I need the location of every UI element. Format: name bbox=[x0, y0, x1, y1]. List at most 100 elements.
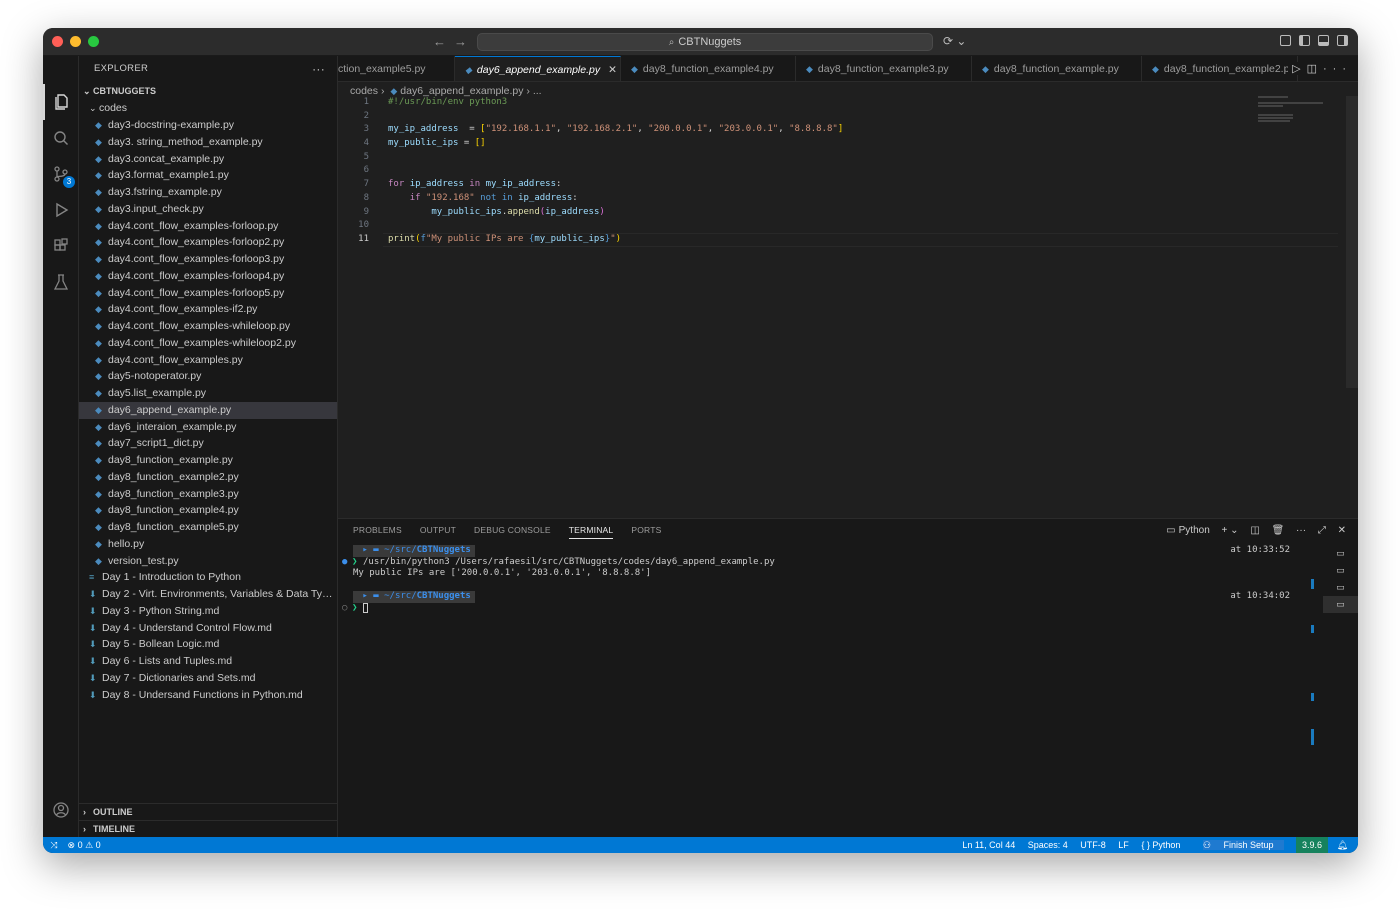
markdown-file-item[interactable]: ⬇ Day 3 - Python String.md bbox=[79, 603, 337, 620]
testing-icon[interactable] bbox=[43, 264, 79, 300]
markdown-file-item[interactable]: ⬇ Day 7 - Dictionaries and Sets.md bbox=[79, 670, 337, 687]
file-item[interactable]: ◆ hello.py bbox=[79, 536, 337, 553]
more-actions-icon[interactable]: ··· bbox=[1323, 63, 1352, 75]
kill-terminal-icon[interactable]: 🗑 bbox=[1272, 525, 1285, 536]
terminal-instance-icon[interactable]: ▭ bbox=[1323, 562, 1358, 579]
more-actions-icon[interactable]: ··· bbox=[312, 56, 325, 82]
editor-scrollbar[interactable] bbox=[1346, 96, 1358, 388]
split-terminal-icon[interactable]: ◫ bbox=[1250, 525, 1259, 536]
markdown-file-item[interactable]: ⬇ Day 8 - Undersand Functions in Python.m… bbox=[79, 687, 337, 704]
markdown-file-item[interactable]: ⬇ Day 5 - Bollean Logic.md bbox=[79, 636, 337, 653]
file-item[interactable]: ◆ day4.cont_flow_examples-whileloop.py bbox=[79, 318, 337, 335]
run-debug-icon[interactable] bbox=[43, 192, 79, 228]
panel-tab-debug-console[interactable]: DEBUG CONSOLE bbox=[474, 525, 551, 538]
markdown-file-item[interactable]: ⬇ Day 4 - Understand Control Flow.md bbox=[79, 620, 337, 637]
file-item[interactable]: ◆ day8_function_example4.py bbox=[79, 502, 337, 519]
file-item[interactable]: ◆ day4.cont_flow_examples-forloop3.py bbox=[79, 251, 337, 268]
editor-tab[interactable]: ction_example5.py bbox=[338, 56, 455, 81]
markdown-file-item[interactable]: ⬇ Day 6 - Lists and Tuples.md bbox=[79, 653, 337, 670]
file-item[interactable]: ◆ version_test.py bbox=[79, 553, 337, 570]
terminal-instance-icon[interactable]: ▭ bbox=[1323, 545, 1358, 562]
editor-tab[interactable]: ◆ day8_function_example3.py bbox=[796, 56, 972, 81]
search-icon[interactable] bbox=[43, 120, 79, 156]
file-item[interactable]: ◆ day3.fstring_example.py bbox=[79, 184, 337, 201]
workspace-root[interactable]: ⌄ CBTNUGGETS bbox=[79, 82, 337, 100]
file-item[interactable]: ◆ day3-docstring-example.py bbox=[79, 117, 337, 134]
outline-section[interactable]: › OUTLINE bbox=[79, 803, 337, 820]
new-terminal-icon[interactable]: + ⌄ bbox=[1222, 525, 1239, 536]
folder-codes[interactable]: ⌄ codes bbox=[79, 100, 337, 117]
toggle-panel-icon[interactable] bbox=[1318, 35, 1329, 46]
command-success-dot[interactable]: ● bbox=[342, 557, 347, 569]
editor-tab[interactable]: ◆ day6_append_example.py ✕ bbox=[455, 56, 621, 81]
terminal[interactable]: ▸ ▬ ~/src/CBTNuggets at 10:33:52 ● ❯ /usr/b… bbox=[338, 545, 1310, 614]
file-item[interactable]: ◆ day6_append_example.py bbox=[79, 401, 337, 419]
customize-layout-icon[interactable] bbox=[1280, 35, 1291, 46]
command-center-search[interactable]: ⌕ CBTNuggets bbox=[477, 33, 933, 51]
file-item[interactable]: ◆ day3.concat_example.py bbox=[79, 151, 337, 168]
toggle-secondary-sidebar-icon[interactable] bbox=[1337, 35, 1348, 46]
remote-icon[interactable]: ⤨ bbox=[43, 837, 65, 853]
explorer-icon[interactable] bbox=[43, 84, 79, 120]
file-item[interactable]: ◆ day3. string_method_example.py bbox=[79, 134, 337, 151]
file-item[interactable]: ◆ day4.cont_flow_examples-if2.py bbox=[79, 301, 337, 318]
editor-tab[interactable]: ◆ day8_function_example2.p bbox=[1142, 56, 1298, 81]
panel-tab-ports[interactable]: PORTS bbox=[631, 525, 661, 538]
panel-tab-terminal[interactable]: TERMINAL bbox=[568, 525, 614, 539]
back-arrow-icon[interactable]: ← bbox=[433, 34, 454, 49]
more-actions-icon[interactable]: ··· bbox=[1296, 525, 1306, 536]
python-version[interactable]: 3.9.6 bbox=[1296, 837, 1329, 853]
source-control-icon[interactable]: 3 bbox=[43, 156, 79, 192]
file-item[interactable]: ◆ day5-notoperator.py bbox=[79, 368, 337, 385]
notifications-bell-icon[interactable]: 🔔︎ bbox=[1337, 840, 1348, 850]
close-panel-icon[interactable]: ✕ bbox=[1338, 525, 1346, 536]
toggle-sidebar-icon[interactable] bbox=[1299, 35, 1310, 46]
file-item[interactable]: ◆ day8_function_example2.py bbox=[79, 469, 337, 486]
indentation[interactable]: Spaces: 4 bbox=[1028, 840, 1068, 850]
terminal-instance-icon[interactable]: ▭ bbox=[1323, 596, 1358, 613]
panel-tab-output[interactable]: OUTPUT bbox=[420, 525, 456, 538]
file-item[interactable]: ◆ day3.input_check.py bbox=[79, 201, 337, 218]
close-window-button[interactable] bbox=[52, 36, 63, 47]
file-item[interactable]: ◆ day6_interaion_example.py bbox=[79, 419, 337, 436]
cursor-position[interactable]: Ln 11, Col 44 bbox=[962, 840, 1015, 850]
terminal-instance-icon[interactable]: ▭ bbox=[1323, 579, 1358, 596]
file-item[interactable]: ◆ day8_function_example5.py bbox=[79, 519, 337, 536]
terminal-shell-label[interactable]: Python bbox=[1179, 525, 1210, 536]
file-item[interactable]: ◆ day5.list_example.py bbox=[79, 385, 337, 402]
editor-tab[interactable]: ◆ day8_function_example4.py bbox=[621, 56, 796, 81]
minimize-window-button[interactable] bbox=[70, 36, 81, 47]
minimap[interactable] bbox=[1258, 96, 1328, 126]
run-icon[interactable]: ▷ bbox=[1292, 63, 1306, 75]
close-tab-icon[interactable]: ✕ bbox=[608, 64, 617, 76]
maximize-window-button[interactable] bbox=[88, 36, 99, 47]
file-item[interactable]: ◆ day4.cont_flow_examples-forloop5.py bbox=[79, 285, 337, 302]
markdown-file-item[interactable]: ≡ Day 1 - Introduction to Python bbox=[79, 569, 337, 586]
file-item[interactable]: ◆ day8_function_example3.py bbox=[79, 486, 337, 503]
file-item[interactable]: ◆ day3.format_example1.py bbox=[79, 167, 337, 184]
finish-setup-button[interactable]: ⚇ Finish Setup bbox=[1202, 840, 1284, 850]
split-editor-icon[interactable]: ◫ bbox=[1307, 63, 1323, 75]
encoding[interactable]: UTF-8 bbox=[1080, 840, 1106, 850]
timeline-section[interactable]: › TIMELINE bbox=[79, 820, 337, 837]
file-item[interactable]: ◆ day4.cont_flow_examples-forloop2.py bbox=[79, 234, 337, 251]
panel-tab-problems[interactable]: PROBLEMS bbox=[353, 525, 402, 538]
forward-arrow-icon[interactable]: → bbox=[454, 34, 475, 49]
line-ending[interactable]: LF bbox=[1118, 840, 1129, 850]
file-item[interactable]: ◆ day7_script1_dict.py bbox=[79, 435, 337, 452]
file-item[interactable]: ◆ day4.cont_flow_examples-forloop4.py bbox=[79, 268, 337, 285]
account-icon[interactable] bbox=[43, 792, 79, 828]
file-label: day8_function_example3.py bbox=[108, 487, 239, 500]
file-item[interactable]: ◆ day4.cont_flow_examples-forloop.py bbox=[79, 218, 337, 235]
file-item[interactable]: ◆ day4.cont_flow_examples.py bbox=[79, 352, 337, 369]
editor-tab[interactable]: ◆ day8_function_example.py bbox=[972, 56, 1142, 81]
code-editor[interactable]: 1 #!/usr/bin/env python3 2 3 my_ip_address… bbox=[338, 96, 1338, 247]
extensions-icon[interactable] bbox=[43, 228, 79, 264]
maximize-panel-icon[interactable]: ⤢ bbox=[1318, 525, 1326, 536]
markdown-file-item[interactable]: ⬇ Day 2 - Virt. Environments, Variables &… bbox=[79, 586, 337, 603]
file-item[interactable]: ◆ day8_function_example.py bbox=[79, 452, 337, 469]
file-item[interactable]: ◆ day4.cont_flow_examples-whileloop2.py bbox=[79, 335, 337, 352]
problems-status[interactable]: ⊗ 0 ⚠ 0 bbox=[68, 840, 101, 850]
copilot-icon[interactable]: ⟳ ⌄ bbox=[943, 34, 966, 48]
language-mode[interactable]: { } Python bbox=[1141, 840, 1190, 850]
